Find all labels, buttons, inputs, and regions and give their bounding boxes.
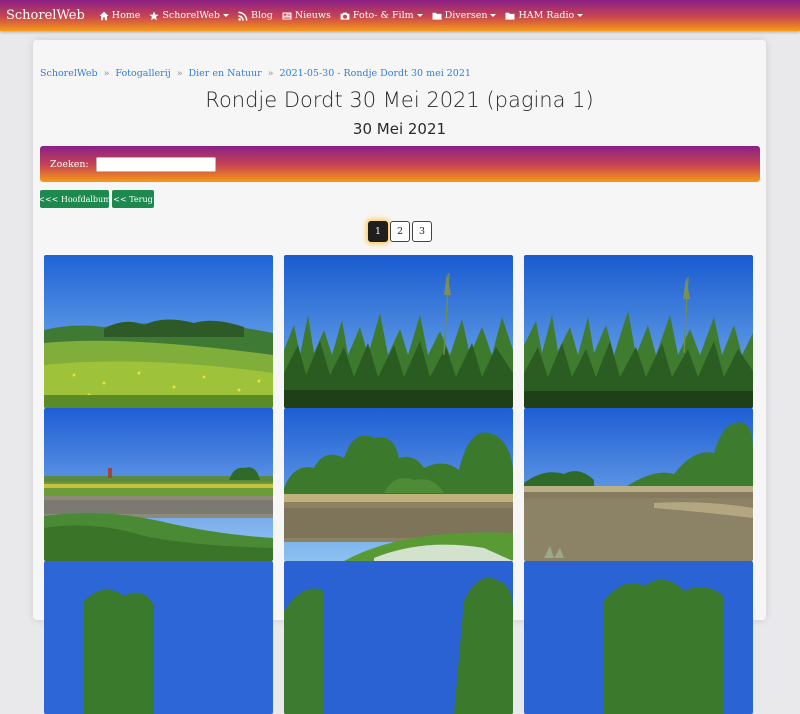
gallery-photo[interactable]: [44, 408, 273, 561]
nav-blog[interactable]: Blog: [238, 10, 273, 21]
folder-icon: [505, 12, 515, 20]
gallery-photo[interactable]: [284, 561, 513, 714]
breadcrumb-separator: »: [267, 68, 274, 79]
gallery-photo[interactable]: [524, 561, 753, 714]
search-label: Zoeken:: [50, 158, 89, 170]
reeds-photo: [524, 255, 753, 408]
nav-ham-radio[interactable]: HAM Radio: [505, 10, 584, 21]
reeds-photo: [284, 255, 513, 408]
partial-photo: [44, 561, 273, 714]
nav-schorelweb[interactable]: SchorelWeb: [149, 10, 229, 21]
breadcrumb-item-fotogallerij[interactable]: Fotogallerij: [115, 68, 170, 79]
gallery-photo[interactable]: [44, 255, 273, 408]
nav-home-label: Home: [111, 10, 141, 21]
nav-diversen[interactable]: Diversen: [432, 10, 497, 21]
partial-photo: [284, 561, 513, 714]
page-title: Rondje Dordt 30 Mei 2021 (pagina 1): [205, 88, 594, 112]
nav-nieuws-label: Nieuws: [294, 10, 331, 21]
page-button-2[interactable]: 2: [390, 221, 410, 242]
nav-blog-label: Blog: [250, 10, 273, 21]
page-button-1[interactable]: 1: [368, 221, 388, 242]
gallery-photo[interactable]: [284, 255, 513, 408]
newspaper-icon: [282, 12, 292, 19]
caret-down-icon: [222, 14, 229, 17]
breadcrumb-item-album[interactable]: 2021-05-30 - Rondje Dordt 30 mei 2021: [279, 68, 470, 79]
nav-foto-film[interactable]: Foto- & Film: [340, 10, 423, 21]
breadcrumb-item-home[interactable]: SchorelWeb: [40, 68, 98, 79]
gallery-photo[interactable]: [524, 408, 753, 561]
partial-photo: [524, 561, 753, 714]
search-input[interactable]: [95, 156, 216, 172]
caret-down-icon: [416, 14, 423, 17]
nav-schorelweb-label: SchorelWeb: [162, 10, 220, 21]
breadcrumb-separator: »: [176, 68, 183, 79]
breadcrumb-separator: »: [103, 68, 110, 79]
gallery-photo[interactable]: [44, 561, 273, 714]
gallery-photo[interactable]: [524, 255, 753, 408]
nav-home[interactable]: Home: [99, 10, 141, 21]
folder-icon: [432, 12, 442, 20]
meadow-photo: [44, 255, 273, 408]
main-album-button[interactable]: <<< Hoofdalbum: [38, 190, 111, 208]
nav-nieuws[interactable]: Nieuws: [282, 10, 331, 21]
breadcrumb: SchorelWeb » Fotogallerij » Dier en Natuur » 2…: [40, 68, 471, 79]
nav-diversen-label: Diversen: [444, 10, 488, 21]
navbar: SchorelWeb Home SchorelWeb Blog Nieuws F…: [0, 0, 800, 31]
breadcrumb-item-dier-en-natuur[interactable]: Dier en Natuur: [189, 68, 262, 79]
river-field-photo: [44, 408, 273, 561]
nav-foto-film-label: Foto- & Film: [352, 10, 414, 21]
camera-icon: [340, 12, 350, 20]
back-button[interactable]: << Terug: [112, 190, 154, 208]
brand-link[interactable]: SchorelWeb: [6, 8, 85, 23]
pagination: 1 2 3: [368, 221, 432, 242]
river-wide-photo: [524, 408, 753, 561]
search-bar: Zoeken:: [40, 146, 760, 182]
gallery-photo[interactable]: [284, 408, 513, 561]
caret-down-icon: [577, 14, 584, 17]
page-subtitle: 30 Mei 2021: [352, 120, 447, 138]
river-trees-photo: [284, 408, 513, 561]
rss-icon: [238, 11, 248, 21]
home-icon: [99, 11, 109, 20]
nav-ham-radio-label: HAM Radio: [518, 10, 575, 21]
page-button-3[interactable]: 3: [412, 221, 432, 242]
main-container: SchorelWeb » Fotogallerij » Dier en Natuur » 2…: [33, 40, 766, 714]
star-icon: [149, 10, 160, 20]
caret-down-icon: [490, 14, 497, 17]
